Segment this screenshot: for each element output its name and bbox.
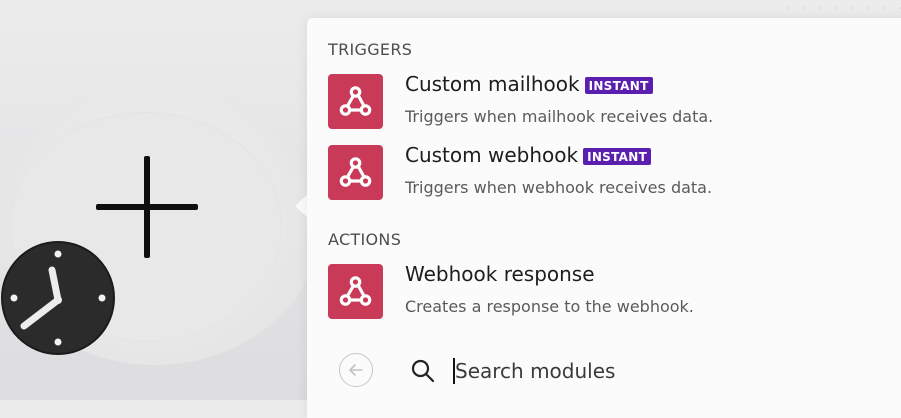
clock-icon[interactable]	[0, 240, 116, 356]
actions-heading: ACTIONS	[328, 230, 402, 249]
arrow-left-icon	[349, 364, 363, 376]
text-caret	[453, 358, 455, 384]
webhook-icon	[328, 264, 383, 319]
module-item-webhook-response[interactable]: Webhook response Creates a response to t…	[328, 262, 888, 322]
search-input[interactable]	[453, 355, 755, 387]
webhook-icon	[328, 74, 383, 129]
module-description: Triggers when mailhook receives data.	[405, 107, 714, 126]
instant-badge: INSTANT	[584, 76, 653, 94]
webhook-icon	[328, 145, 383, 200]
instant-badge: INSTANT	[583, 147, 652, 165]
module-picker-panel: TRIGGERS Custom mailhook INSTANT Trigger…	[307, 18, 901, 418]
module-title: Custom webhook	[405, 143, 579, 167]
search-icon	[410, 358, 436, 384]
module-item-custom-webhook[interactable]: Custom webhook INSTANT Triggers when web…	[328, 143, 888, 203]
module-item-custom-mailhook[interactable]: Custom mailhook INSTANT Triggers when ma…	[328, 72, 888, 132]
module-title: Custom mailhook	[405, 72, 580, 96]
back-button[interactable]	[339, 353, 373, 387]
module-title: Webhook response	[405, 262, 595, 286]
triggers-heading: TRIGGERS	[328, 40, 413, 59]
module-description: Creates a response to the webhook.	[405, 297, 694, 316]
module-description: Triggers when webhook receives data.	[405, 178, 713, 197]
